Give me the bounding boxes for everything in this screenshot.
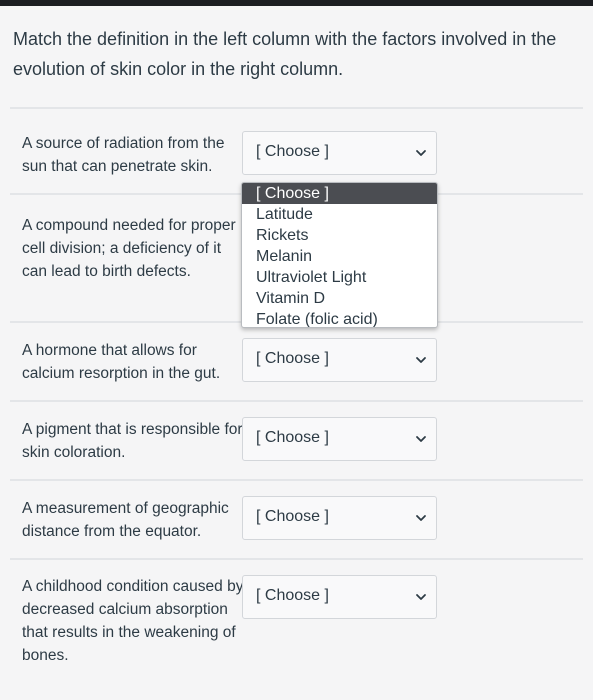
definition-2: A compound needed for proper cell divisi… xyxy=(22,217,236,280)
select-value: [ Choose ] xyxy=(256,350,329,367)
matching-question: Match the definition in the left column … xyxy=(0,6,593,700)
dropdown-option-choose[interactable]: [ Choose ] xyxy=(242,183,437,204)
dropdown-option-latitude[interactable]: Latitude xyxy=(242,204,437,225)
dropdown-option-folate[interactable]: Folate (folic acid) xyxy=(242,309,437,327)
answer-select-4[interactable]: [ Choose ] xyxy=(242,417,437,461)
dropdown-option-rickets[interactable]: Rickets xyxy=(242,225,437,246)
select-value: [ Choose ] xyxy=(256,587,329,604)
select-value: [ Choose ] xyxy=(256,508,329,525)
chevron-down-icon xyxy=(416,594,426,600)
definition-1: A source of radiation from the sun that … xyxy=(22,135,225,175)
answer-select-3[interactable]: [ Choose ] xyxy=(242,338,437,382)
dropdown-option-ultraviolet-light[interactable]: Ultraviolet Light xyxy=(242,267,437,288)
chevron-down-icon xyxy=(416,150,426,156)
divider xyxy=(10,400,583,402)
answer-dropdown-list[interactable]: [ Choose ] Latitude Rickets Melanin Ultr… xyxy=(241,182,438,328)
answer-select-1[interactable]: [ Choose ] xyxy=(242,131,437,175)
select-value: [ Choose ] xyxy=(256,429,329,446)
dropdown-option-melanin[interactable]: Melanin xyxy=(242,246,437,267)
chevron-down-icon xyxy=(416,515,426,521)
divider xyxy=(10,558,583,560)
definition-4: A pigment that is responsible for skin c… xyxy=(22,421,243,461)
definition-3: A hormone that allows for calcium resorp… xyxy=(22,342,221,382)
question-prompt: Match the definition in the left column … xyxy=(13,29,557,79)
definition-6: A childhood condition caused by decrease… xyxy=(22,578,244,664)
divider xyxy=(10,479,583,481)
divider xyxy=(10,107,583,109)
select-value: [ Choose ] xyxy=(256,143,329,160)
dropdown-option-vitamin-d[interactable]: Vitamin D xyxy=(242,288,437,309)
chevron-down-icon xyxy=(416,357,426,363)
answer-select-6[interactable]: [ Choose ] xyxy=(242,575,437,619)
answer-select-5[interactable]: [ Choose ] xyxy=(242,496,437,540)
definition-5: A measurement of geographic distance fro… xyxy=(22,500,229,540)
chevron-down-icon xyxy=(416,436,426,442)
